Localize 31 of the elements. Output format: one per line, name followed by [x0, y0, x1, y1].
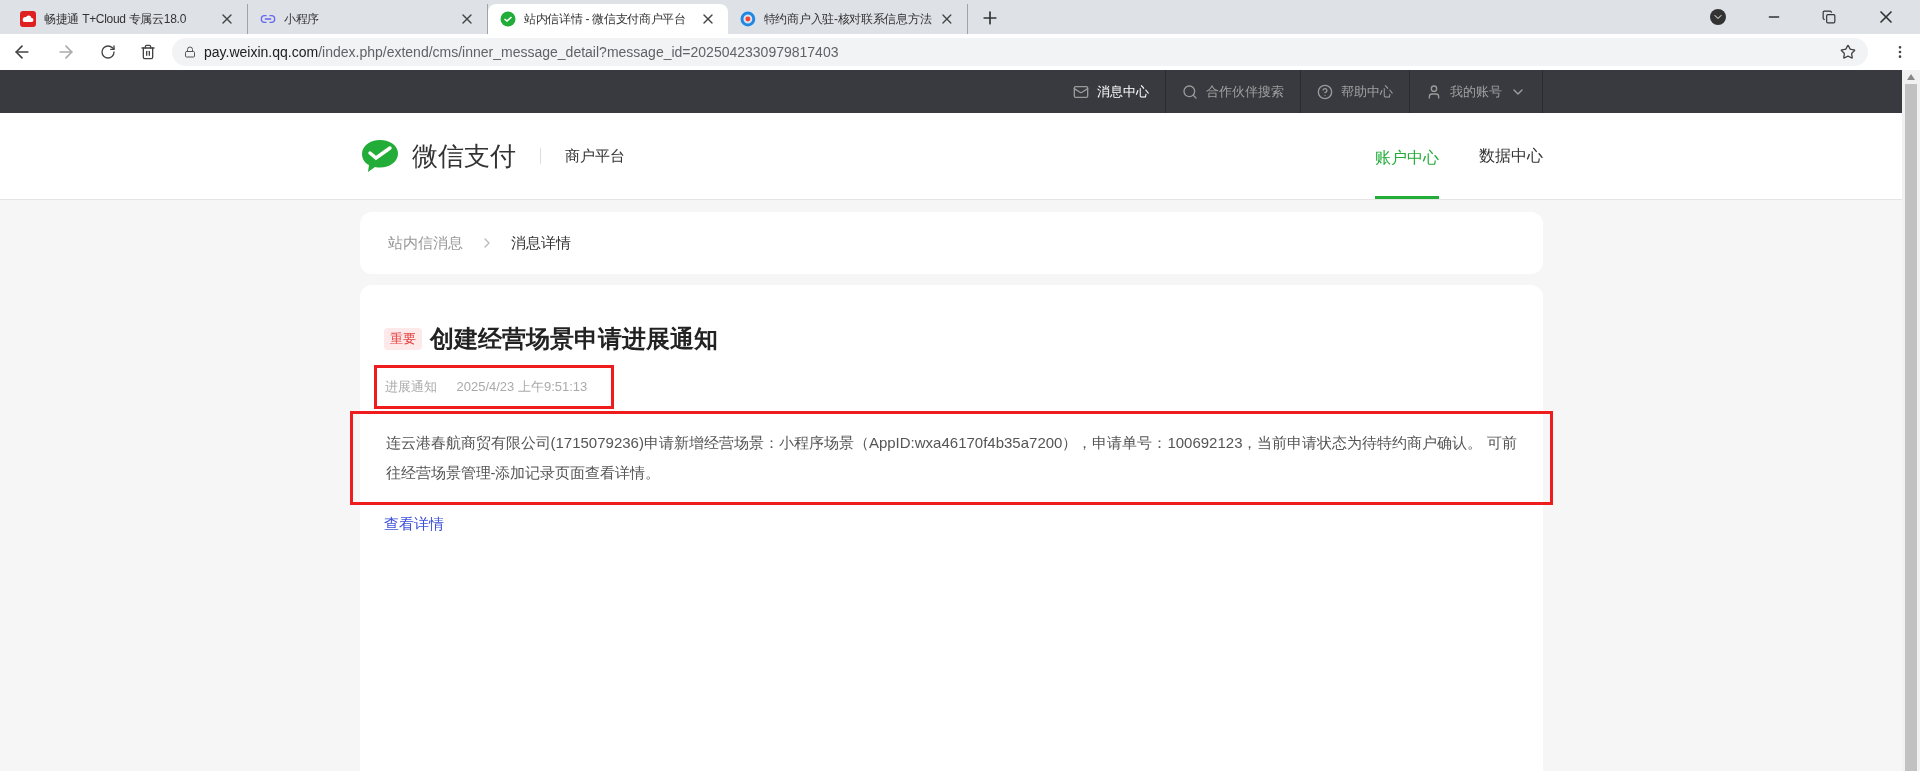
help-icon: [1316, 83, 1333, 100]
bookmark-star-icon[interactable]: [1840, 44, 1856, 60]
tab-title: 畅捷通 T+Cloud 专属云18.0: [44, 11, 187, 28]
mail-icon: [1072, 83, 1089, 100]
tab-title: 站内信详情 - 微信支付商户平台: [524, 11, 687, 28]
message-time: 2025/4/23 上午9:51:13: [456, 378, 588, 397]
tab-title: 特约商户入驻-核对联系信息方法: [763, 11, 932, 28]
message-title: 创建经营场景申请进展通知: [429, 324, 718, 354]
platform-label: 商户平台: [564, 145, 625, 166]
breadcrumb-link[interactable]: 消息详情: [510, 231, 571, 255]
message-body: 连云港春航商贸有限公司(1715079236)申请新增经营场景：小程序场景（AppID:wxa46170f4b35a7200），申请单号：100692123，当前申请状态为待特约商户确认。 可前往经营场景管理-添加记录页面查看详情。: [385, 433, 1518, 483]
wechat-pay-logo-icon: [359, 138, 400, 174]
tab-title: 小程序: [284, 11, 321, 28]
restore-icon[interactable]: [1822, 10, 1836, 24]
reload-icon[interactable]: [100, 44, 116, 60]
cloud-icon: [20, 11, 36, 27]
search-icon: [1181, 83, 1198, 100]
message-category: 进展通知: [384, 378, 437, 397]
scrollbar[interactable]: [1902, 70, 1920, 771]
ring-icon: [740, 11, 756, 27]
dropdown-icon[interactable]: [1710, 9, 1726, 25]
chat-check-icon: [500, 11, 516, 27]
browser-tab[interactable]: 站内信详情 - 微信支付商户平台: [488, 4, 728, 34]
scroll-up-arrow-icon[interactable]: [1907, 74, 1915, 80]
header-nav-link[interactable]: 数据中心: [1478, 113, 1543, 199]
trash-icon[interactable]: [140, 44, 156, 60]
logo-text: 微信支付: [411, 139, 516, 173]
lock-icon: [184, 46, 196, 58]
importance-badge: 重要: [383, 328, 422, 350]
address-bar[interactable]: pay.weixin.qq.com/index.php/extend/cms/inner_message_detail?message_id=2025042330979817403: [172, 38, 1868, 66]
view-details-link[interactable]: 查看详情: [383, 513, 444, 536]
